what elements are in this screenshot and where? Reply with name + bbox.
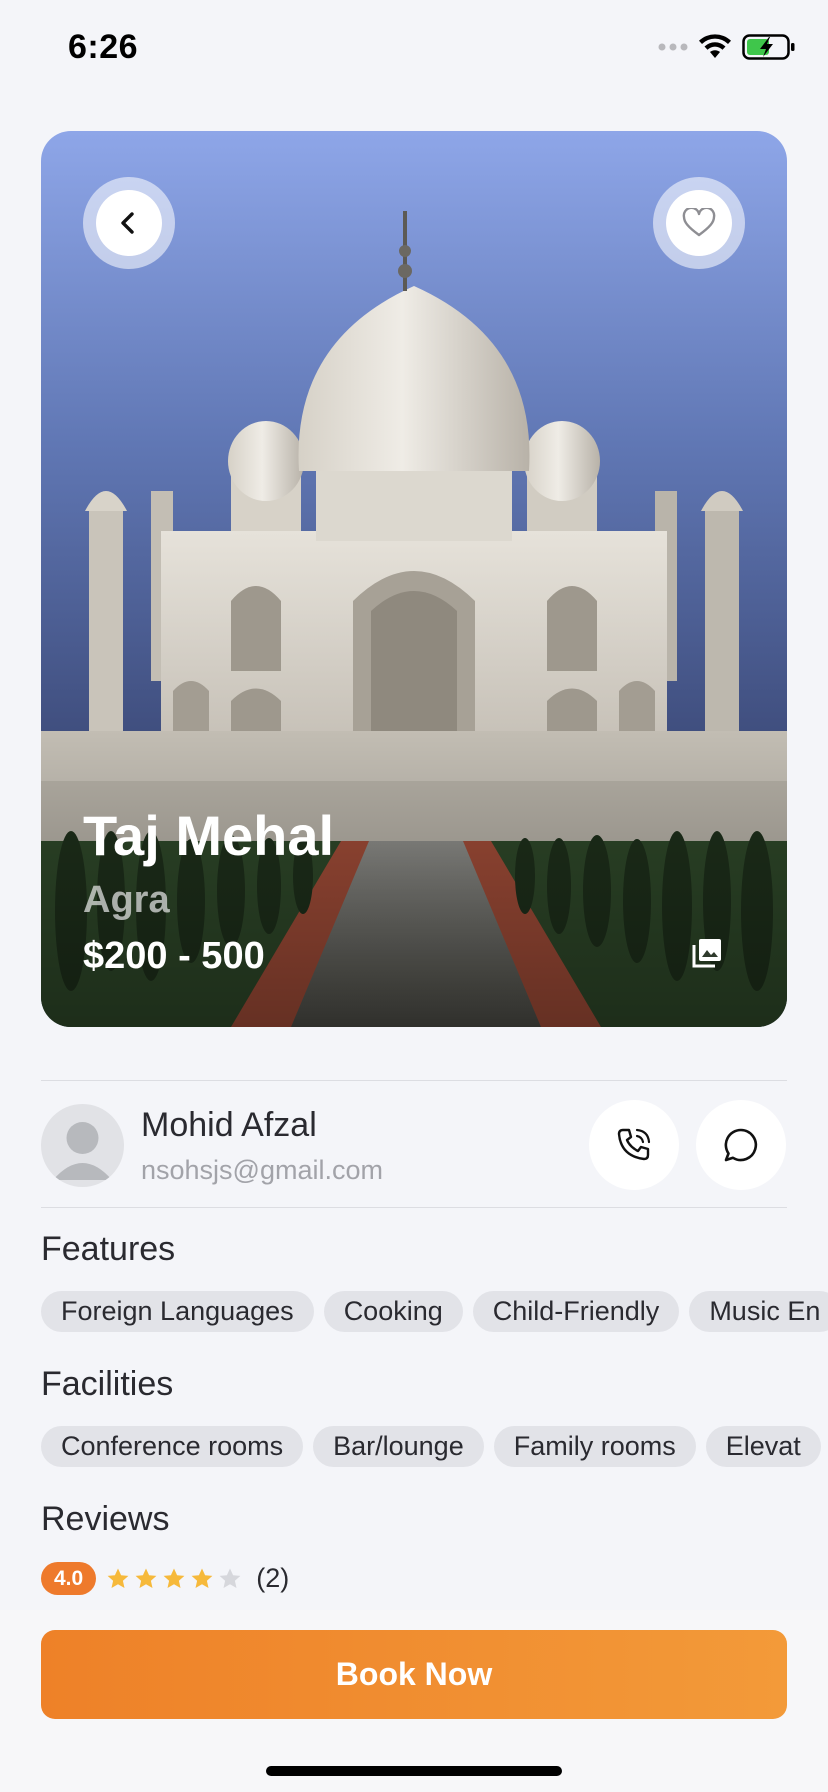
feature-chip[interactable]: Child-Friendly [472,1291,680,1332]
facility-chip[interactable]: Conference rooms [41,1426,304,1467]
feature-chip[interactable]: Cooking [323,1291,463,1332]
rating-badge: 4.0 [41,1562,97,1595]
home-indicator [266,1766,562,1776]
facility-chip[interactable]: Family rooms [493,1426,696,1467]
call-button[interactable] [589,1100,679,1190]
status-bar: 6:26 [0,0,828,100]
star-rating [106,1567,242,1591]
star-icon [163,1568,185,1588]
battery-charging-icon [742,34,795,60]
user-avatar-icon [41,1104,124,1187]
facility-chip[interactable]: Bar/lounge [313,1426,484,1467]
heart-icon [682,208,716,237]
status-icons [658,34,796,60]
features-title: Features [41,1230,176,1268]
phone-call-icon [617,1128,651,1161]
place-detail-screen: 6:26 Taj Mehal Agra $200 - 500 Mohid Afz… [0,0,828,1792]
star-icon [107,1568,129,1588]
star-icon [135,1568,157,1588]
wifi-icon [699,34,731,58]
feature-chip[interactable]: Music En [689,1291,828,1332]
favorite-button-inner [666,190,732,256]
place-price-range: $200 - 500 [83,935,265,977]
chat-bubble-icon [724,1128,758,1162]
chevron-left-icon [121,212,134,234]
divider-bottom [41,1207,787,1208]
divider-top [41,1080,787,1081]
host-name: Mohid Afzal [141,1106,317,1144]
star-icon [191,1568,213,1588]
back-button[interactable] [83,177,175,269]
review-count: (2) [256,1563,290,1593]
reviews-title: Reviews [41,1500,170,1538]
facility-chip[interactable]: Elevat [705,1426,821,1467]
signal-dots-icon [658,43,688,51]
facilities-chip-row[interactable]: Conference rooms Bar/lounge Family rooms… [41,1426,828,1468]
features-chip-row[interactable]: Foreign Languages Cooking Child-Friendly… [41,1291,828,1333]
place-city: Agra [83,879,170,921]
hero-card: Taj Mehal Agra $200 - 500 [41,131,787,1027]
rating-row[interactable]: 4.0 (2) [41,1562,289,1595]
favorite-button[interactable] [653,177,745,269]
feature-chip[interactable]: Foreign Languages [41,1291,314,1332]
chat-button[interactable] [696,1100,786,1190]
back-button-inner [96,190,162,256]
place-name: Taj Mehal [83,804,335,867]
book-now-button[interactable]: Book Now [41,1630,787,1719]
facilities-title: Facilities [41,1365,174,1403]
gallery-icon[interactable] [691,937,723,969]
host-email: nsohsjs@gmail.com [141,1155,383,1185]
star-icon [219,1568,241,1588]
status-time: 6:26 [68,28,139,66]
